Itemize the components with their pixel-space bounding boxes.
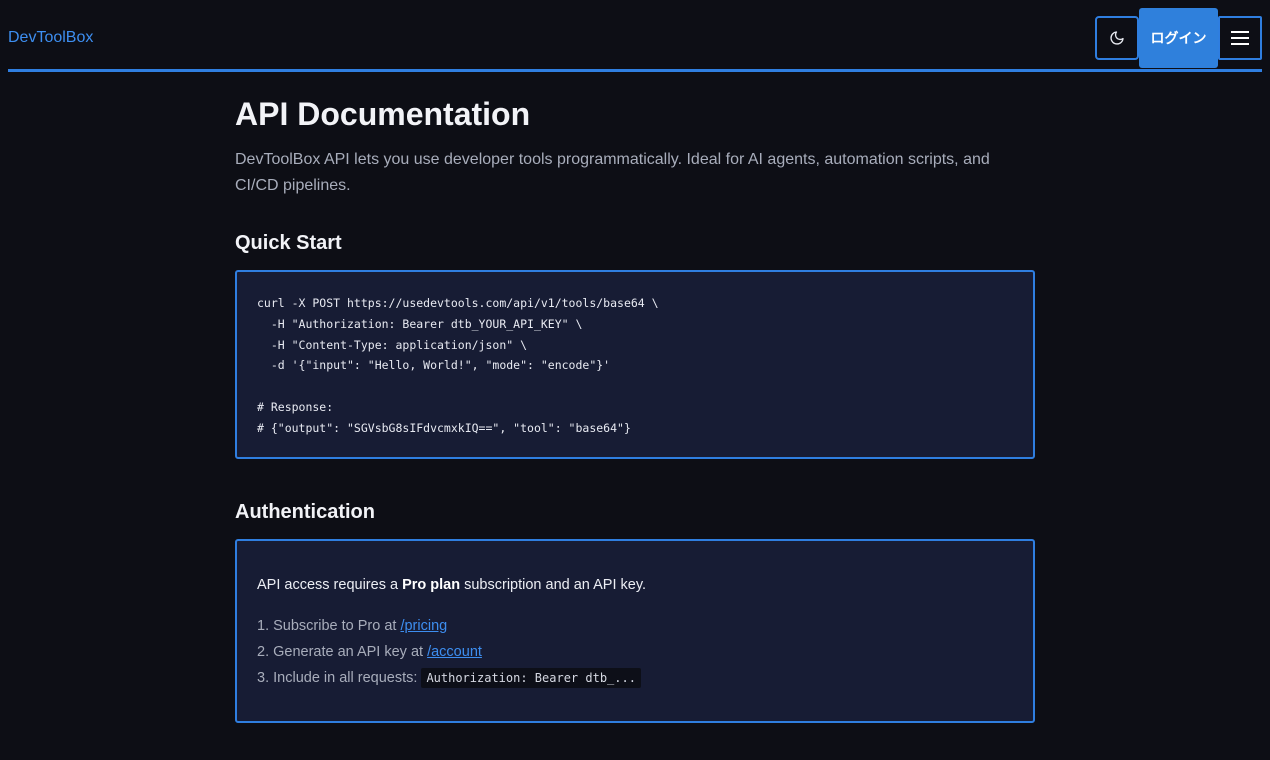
- menu-button[interactable]: [1218, 16, 1262, 60]
- list-item: 3. Include in all requests: Authorizatio…: [257, 665, 641, 691]
- quick-start-code-block: curl -X POST https://usedevtools.com/api…: [235, 270, 1035, 459]
- authentication-panel: API access requires a Pro plan subscript…: [235, 539, 1035, 723]
- login-button[interactable]: ログイン: [1139, 8, 1218, 68]
- hamburger-menu-icon: [1231, 31, 1249, 45]
- page-title: API Documentation: [235, 96, 531, 132]
- list-item: 1. Subscribe to Pro at /pricing: [257, 618, 448, 634]
- pricing-link[interactable]: /pricing: [400, 618, 447, 634]
- pro-plan-label: Pro plan: [402, 577, 461, 593]
- intro-text: DevToolBox API lets you use developer to…: [235, 151, 990, 194]
- quick-start-code[interactable]: curl -X POST https://usedevtools.com/api…: [257, 293, 659, 439]
- theme-toggle-button[interactable]: [1095, 16, 1139, 60]
- list-item: 2. Generate an API key at /account: [257, 644, 482, 660]
- account-link[interactable]: /account: [427, 644, 482, 660]
- brand-logo-link[interactable]: DevToolBox: [8, 29, 93, 47]
- top-header: DevToolBox ログイン: [8, 0, 1262, 72]
- auth-header-code: Authorization: Bearer dtb_...: [421, 668, 641, 688]
- auth-steps-list: 1. Subscribe to Pro at /pricing 2. Gener…: [257, 613, 641, 691]
- authentication-heading: Authentication: [235, 501, 375, 523]
- quick-start-heading: Quick Start: [235, 232, 342, 254]
- auth-requirement-text: API access requires a Pro plan subscript…: [257, 577, 647, 593]
- moon-icon: [1110, 31, 1124, 45]
